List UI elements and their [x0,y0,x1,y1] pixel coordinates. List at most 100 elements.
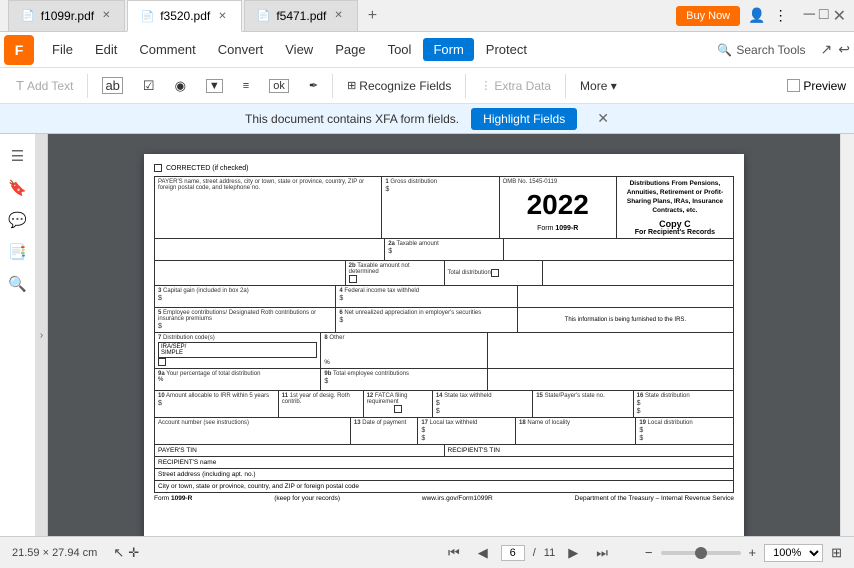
tab-close-btn[interactable]: ✕ [100,10,112,21]
right-scrollbar[interactable] [840,134,854,536]
add-text-button[interactable]: T Add Text [8,74,81,97]
payer-label: PAYER'S name, street address, city or to… [158,179,378,191]
box2a-cell: 2a Taxable amount $ [385,239,504,260]
button-btn[interactable]: ok [261,75,297,97]
cursor-icon[interactable]: ↖ [113,545,124,561]
box6-label: 6 Net unrealized appreciation in employe… [339,310,513,316]
combo-button[interactable]: ▼ [198,75,231,97]
panel-pages-icon[interactable]: ☰ [4,142,32,170]
box16-dollar: $ [637,400,730,407]
form-footer: Form 1099-R (keep for your records) www.… [154,495,734,502]
zoom-in-icon[interactable]: + [749,545,757,560]
more-button[interactable]: More ▾ [572,75,625,97]
box14-cell: 14 State tax withheld $ $ [433,391,533,417]
next-page-btn[interactable]: ▶ [563,543,583,563]
recipients-tin-label: RECIPIENT'S TIN [448,447,500,454]
box6-dollar: $ [339,317,513,324]
form-row-5-6: 5 Employee contributions/ Designated Rot… [155,308,733,333]
radio-button-btn[interactable]: ◉ [167,74,194,98]
city-state-cell: City or town, state or province, country… [154,481,734,493]
corrected-checkbox[interactable] [154,164,162,172]
box5-dollar: $ [158,323,332,330]
box2b-checkbox[interactable] [349,275,357,283]
panel-comments-icon[interactable]: 💬 [4,206,32,234]
new-tab-button[interactable]: + [360,3,385,29]
more-options-icon[interactable]: ⋮ [774,7,788,24]
panel-collapse-btn[interactable]: › [36,134,48,536]
box12-cell: 12 FATCA filing requirement [364,391,433,417]
main-area: ☰ 🔖 💬 📑 🔍 › CORRECTED (if checked) [0,134,854,536]
tab-close-btn[interactable]: ✕ [216,11,228,22]
box1-dollar: $ [385,186,495,193]
tab-pdf-icon: 📄 [21,9,35,22]
cursor-crosshair-icon[interactable]: ✛ [128,545,139,561]
box18-label: 18 Name of locality [519,420,632,426]
menu-view[interactable]: View [275,38,323,61]
text-field-button[interactable]: ab [94,73,130,98]
search-tools-btn[interactable]: 🔍 Search Tools [708,39,814,61]
list-button[interactable]: ≡ [235,76,257,96]
box7-checkbox[interactable] [158,358,166,366]
xfa-close-button[interactable]: ✕ [597,110,609,127]
buy-now-button[interactable]: Buy Now [676,6,740,26]
tab-label: f3520.pdf [160,9,210,23]
minimize-button[interactable]: ─ [804,6,815,26]
extra-data-button[interactable]: ⋮ Extra Data [472,75,559,97]
preview-checkbox[interactable] [787,79,800,92]
panel-layers-icon[interactable]: 📑 [4,238,32,266]
user-icon[interactable]: 👤 [748,7,765,24]
box15-cell: 15 State/Payer's state no. [533,391,633,417]
share-icon[interactable]: ↗ [821,41,833,58]
menu-file[interactable]: File [42,38,83,61]
menu-page[interactable]: Page [325,38,375,61]
xfa-message: This document contains XFA form fields. [245,112,459,126]
form-row-3-4: 3 Capital gain (included in box 2a) $ 4 … [155,286,733,308]
menu-form[interactable]: Form [423,38,473,61]
maximize-button[interactable]: □ [819,6,829,26]
box2b-total-checkbox[interactable] [491,269,499,277]
first-page-btn[interactable]: ⏮ [443,543,465,563]
menu-convert[interactable]: Convert [208,38,274,61]
box17-cell: 17 Local tax withheld $ $ [418,418,516,444]
panel-search-icon[interactable]: 🔍 [4,270,32,298]
zoom-slider[interactable] [661,551,741,555]
prev-page-btn[interactable]: ◀ [473,543,493,563]
highlight-fields-button[interactable]: Highlight Fields [471,108,577,130]
history-icon[interactable]: ↩ [838,41,850,58]
footer-keep-text: (keep for your records) [274,495,340,502]
menu-edit[interactable]: Edit [85,38,127,61]
signature-button[interactable]: ✒ [301,75,326,96]
menu-tool[interactable]: Tool [378,38,422,61]
box9-right [488,369,733,390]
tab-f3520[interactable]: 📄 f3520.pdf ✕ [127,0,241,32]
pdf-page: CORRECTED (if checked) PAYER'S name, str… [144,154,744,536]
box19-dollar: $ [639,427,730,434]
menu-comment[interactable]: Comment [129,38,205,61]
box10-dollar: $ [158,400,275,407]
box4-cell: 4 Federal income tax withheld $ [336,286,517,307]
title-bar-right: Buy Now 👤 ⋮ ─ □ ✕ [676,6,846,26]
omb-year-cell: OMB No. 1545-0119 2022 Form 1099-R [500,177,616,238]
panel-bookmarks-icon[interactable]: 🔖 [4,174,32,202]
tab-f1099r[interactable]: 📄 f1099r.pdf ✕ [8,0,125,32]
add-text-label: Add Text [27,79,73,93]
fit-page-icon[interactable]: ⊞ [831,545,842,561]
recognize-fields-button[interactable]: ⊞ Recognize Fields [339,75,459,97]
box9a-percent: % [158,377,317,383]
tab-f5471[interactable]: 📄 f5471.pdf ✕ [244,0,358,32]
checkbox-button[interactable]: ☑ [135,74,163,98]
zoom-out-icon[interactable]: − [645,545,653,560]
page-number-input[interactable] [501,545,525,561]
last-page-btn[interactable]: ⏭ [591,543,613,563]
right-info-cell: Distributions From Pensions, Annuities, … [616,177,733,238]
menu-protect[interactable]: Protect [476,38,537,61]
pdf-viewer[interactable]: CORRECTED (if checked) PAYER'S name, str… [48,134,840,536]
box11-label: 11 1st year of desig. Roth contrib. [282,393,360,405]
close-button[interactable]: ✕ [833,6,846,26]
zoom-select[interactable]: 100% 75% 125% 150% [764,544,823,562]
box12-checkbox[interactable] [394,405,402,413]
box17-dollar2: $ [421,435,512,442]
box6-cell: 6 Net unrealized appreciation in employe… [336,308,517,332]
tab-close-btn[interactable]: ✕ [332,10,344,21]
box16-dollar2: $ [637,408,730,415]
